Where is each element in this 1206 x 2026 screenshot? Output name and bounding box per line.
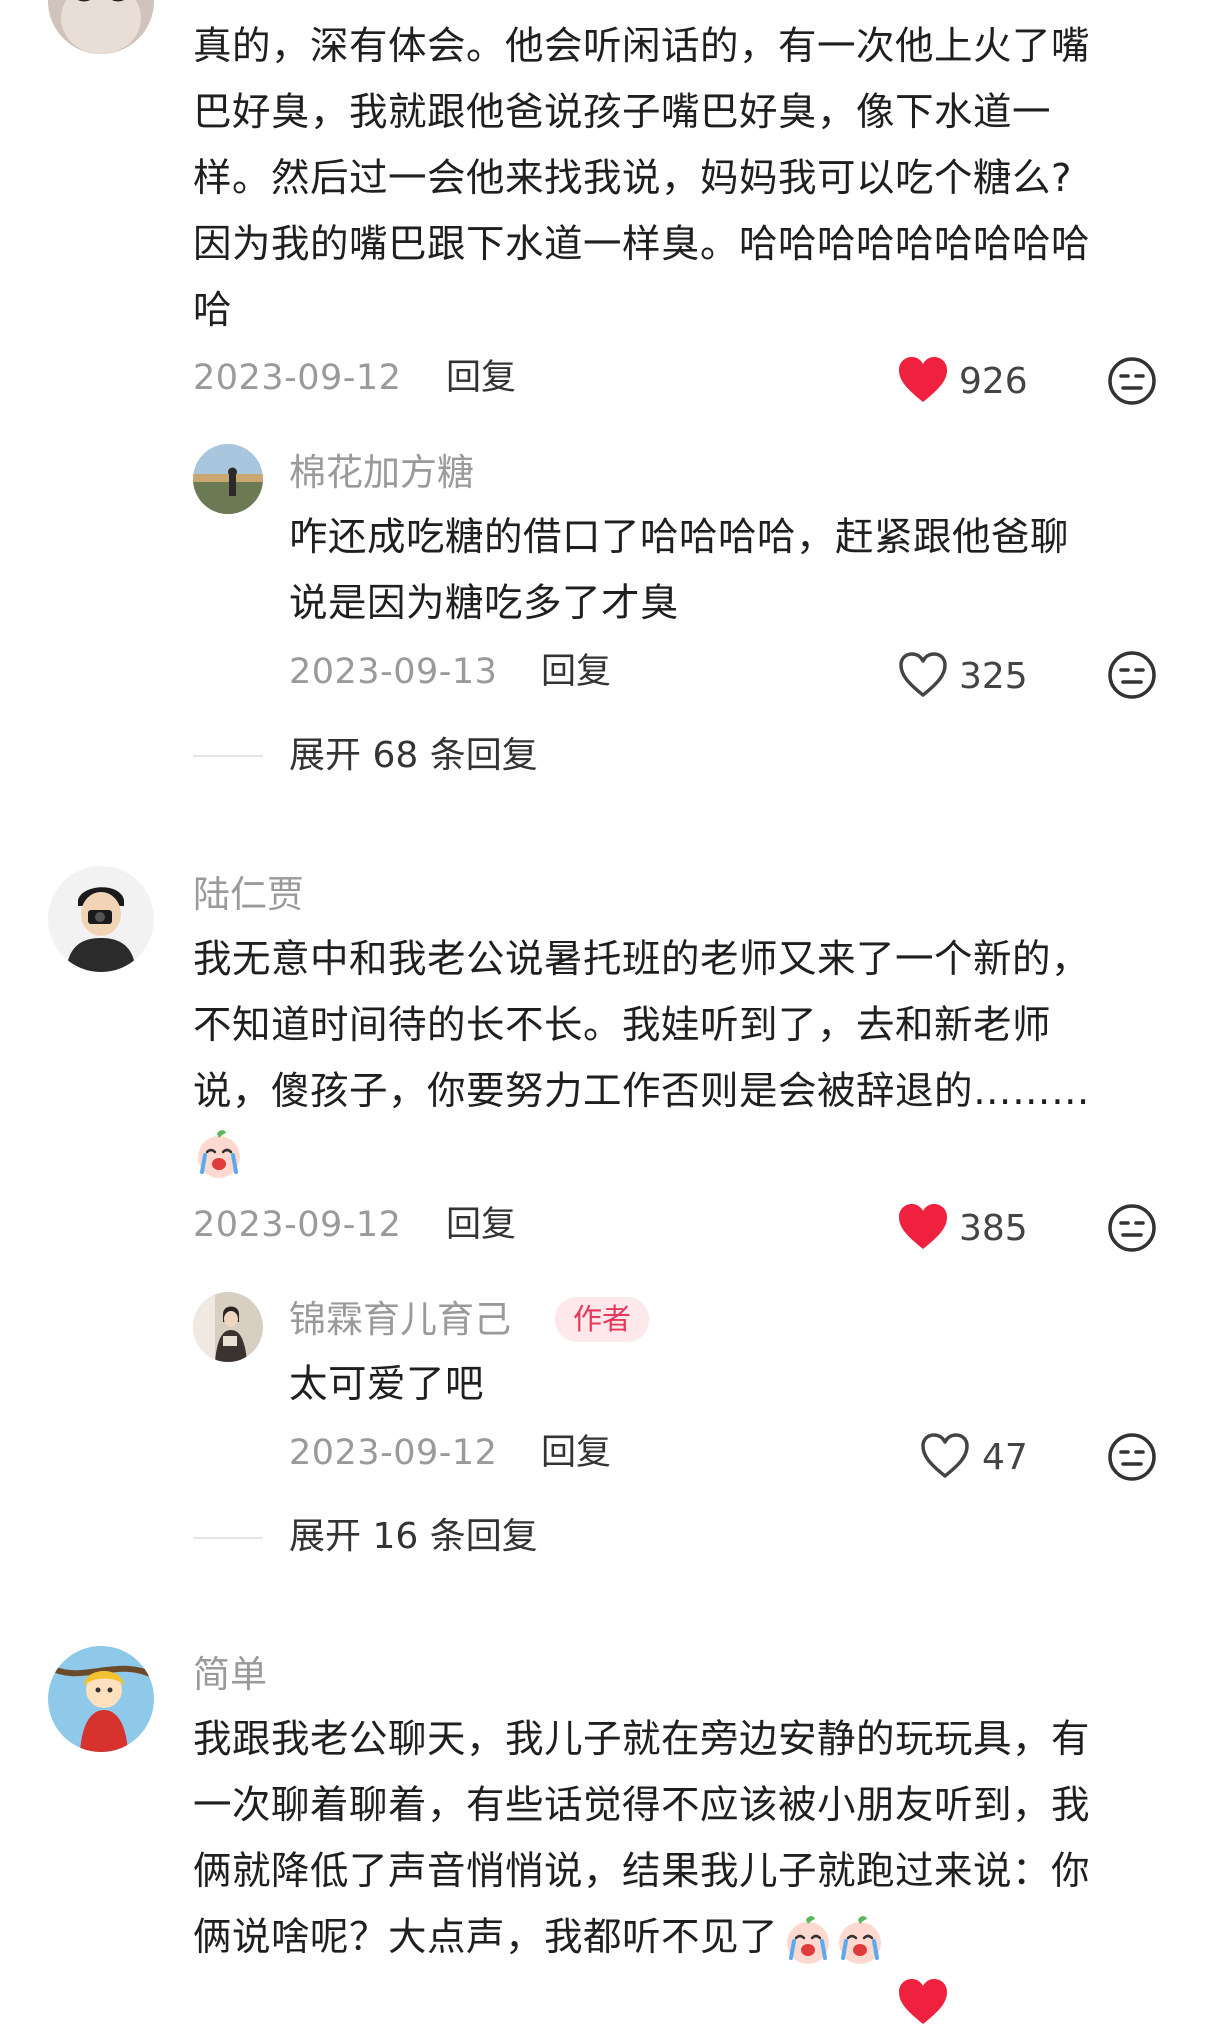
author-badge: 作者 <box>555 1297 650 1342</box>
reply-author-name[interactable]: 锦霖育儿育己 <box>289 1301 511 1338</box>
comment-author-name[interactable]: 陆仁贾 <box>193 876 304 913</box>
like-count: 926 <box>959 361 1028 402</box>
expressionless-face-icon[interactable] <box>1107 650 1157 700</box>
heart-outline-icon[interactable] <box>919 1432 971 1480</box>
comment-text: 我跟我老公聊天，我儿子就在旁边安静的玩玩具，有 一次聊着聊着，有些话觉得不应该被… <box>193 1707 1090 1971</box>
reply-text: 咋还成吃糖的借口了哈哈哈哈，赶紧跟他爸聊 说是因为糖吃多了才臭 <box>289 515 1070 626</box>
divider <box>193 1537 263 1539</box>
reply-button[interactable]: 回复 <box>541 1436 611 1471</box>
heart-icon[interactable] <box>897 356 949 404</box>
expand-replies-button[interactable]: 展开 16 条回复 <box>289 1519 538 1555</box>
reply-text: 太可爱了吧 <box>289 1362 485 1407</box>
expressionless-face-icon[interactable] <box>1107 1432 1157 1482</box>
expand-replies-button[interactable]: 展开 68 条回复 <box>289 738 538 774</box>
avatar[interactable] <box>193 1292 263 1362</box>
avatar[interactable] <box>48 866 154 972</box>
heart-icon[interactable] <box>897 1978 949 2026</box>
comment-text: 我无意中和我老公说暑托班的老师又来了一个新的， 不知道时间待的长不长。我娃听到了… <box>193 937 1091 1114</box>
avatar[interactable] <box>48 0 154 54</box>
like-count: 385 <box>959 1208 1028 1249</box>
avatar[interactable] <box>193 444 263 514</box>
crying-emoji-icon <box>198 1130 240 1178</box>
crying-emoji-icon <box>839 1915 882 1964</box>
reply-date: 2023-09-12 <box>289 1433 498 1473</box>
divider <box>193 755 263 757</box>
like-count: 325 <box>959 656 1028 697</box>
expressionless-face-icon[interactable] <box>1107 356 1157 406</box>
reply-author-name[interactable]: 棉花加方糖 <box>289 454 474 491</box>
reply-button[interactable]: 回复 <box>446 361 516 396</box>
comment-date: 2023-09-12 <box>193 358 402 398</box>
reply-button[interactable]: 回复 <box>541 655 611 690</box>
reply-button[interactable]: 回复 <box>446 1208 516 1243</box>
comment-date: 2023-09-12 <box>193 1205 402 1245</box>
heart-outline-icon[interactable] <box>897 651 949 699</box>
like-count: 47 <box>982 1437 1028 1478</box>
crying-emoji-icon <box>787 1915 830 1964</box>
heart-icon[interactable] <box>897 1203 949 1251</box>
comment-text: 真的，深有体会。他会听闲话的，有一次他上火了嘴 巴好臭，我就跟他爸说孩子嘴巴好臭… <box>193 24 1091 333</box>
expressionless-face-icon[interactable] <box>1107 1203 1157 1253</box>
comment-author-name[interactable]: 简单 <box>193 1656 267 1693</box>
avatar[interactable] <box>48 1646 154 1752</box>
reply-date: 2023-09-13 <box>289 652 498 692</box>
